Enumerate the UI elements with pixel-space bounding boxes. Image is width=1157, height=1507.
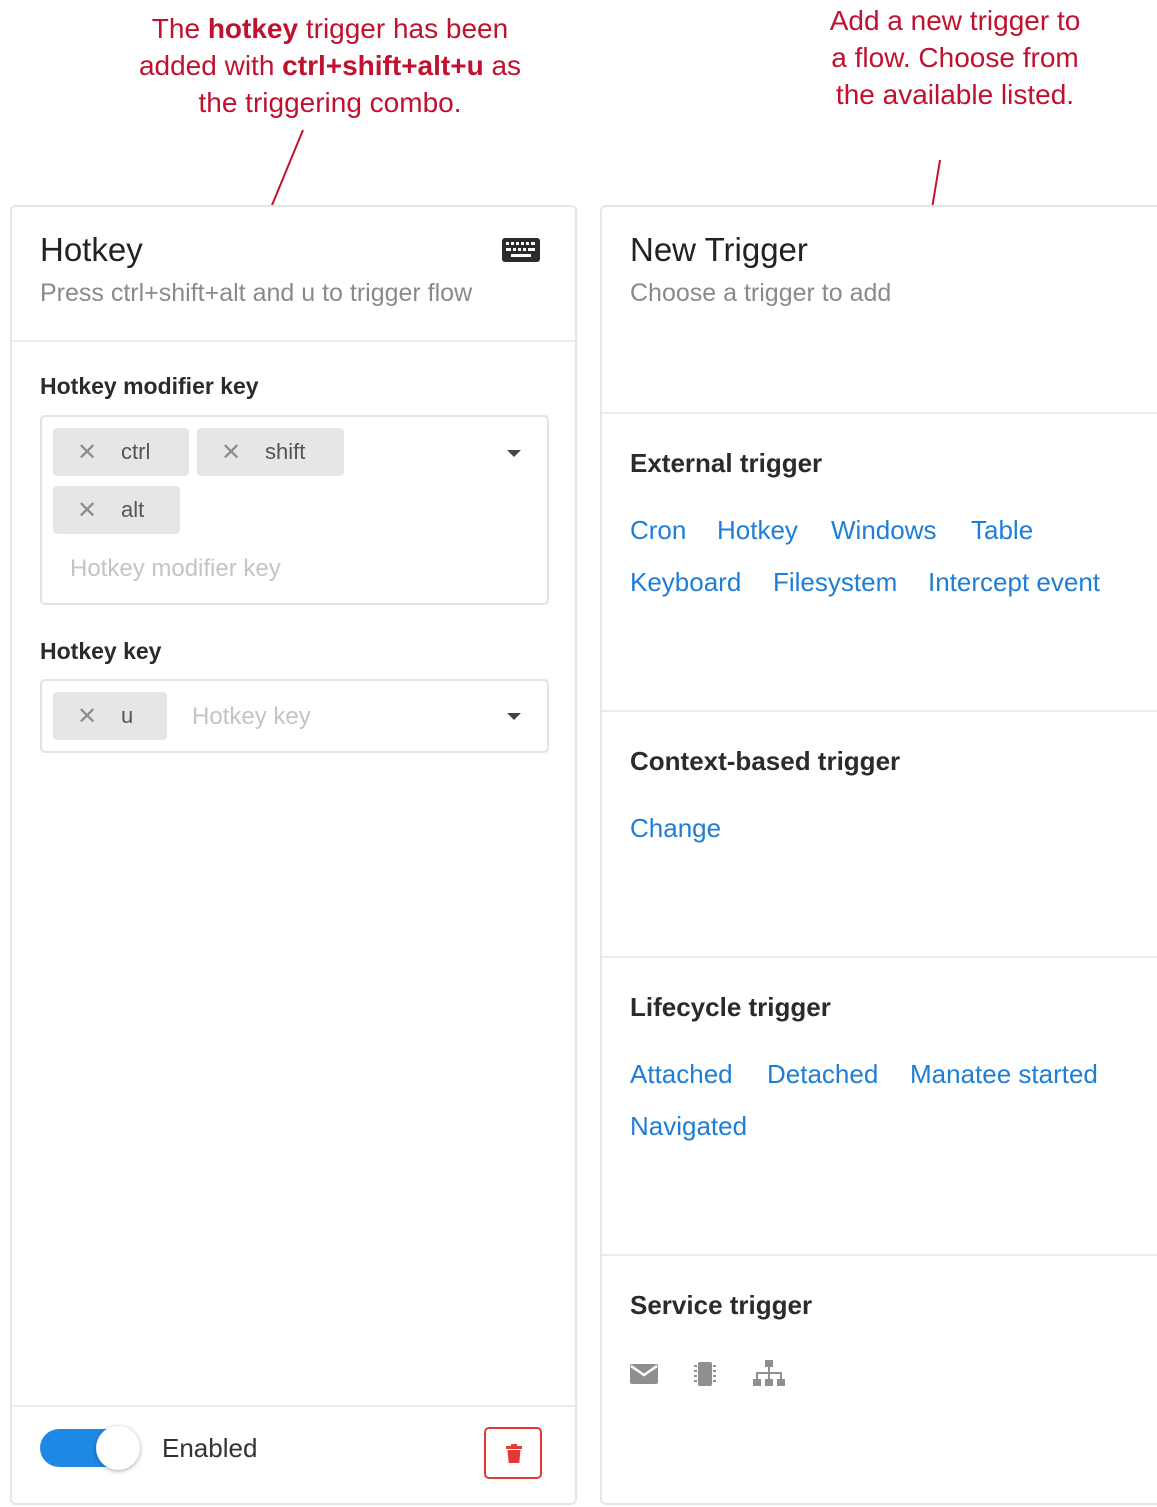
hotkey-trigger-card: Hotkey Press ctrl+shift+alt and u to tri… — [10, 205, 577, 1505]
hotkey-key-select[interactable]: ✕ u Hotkey key — [40, 679, 549, 753]
chevron-down-icon[interactable] — [507, 713, 521, 720]
toggle-knob — [96, 1426, 140, 1470]
context-trigger-section: Context-based trigger Change — [602, 710, 1157, 958]
trigger-link-change[interactable]: Change — [630, 813, 721, 844]
hotkey-card-header: Hotkey Press ctrl+shift+alt and u to tri… — [12, 207, 575, 342]
service-trigger-section: Service trigger — [602, 1254, 1157, 1506]
hotkey-card-footer: Enabled — [12, 1405, 575, 1507]
trigger-link-windows[interactable]: Windows — [831, 515, 936, 546]
hotkey-key-label: Hotkey key — [40, 638, 162, 664]
trigger-link-manatee-started[interactable]: Manatee started — [910, 1059, 1098, 1090]
annotation-new-trigger: Add a new trigger to a flow. Choose from… — [829, 5, 1081, 110]
hotkey-card-title: Hotkey — [40, 231, 143, 268]
annotation-text: The — [151, 13, 208, 44]
section-title: Lifecycle trigger — [630, 992, 831, 1022]
trigger-link-hotkey[interactable]: Hotkey — [717, 515, 798, 546]
modifier-key-placeholder: Hotkey modifier key — [70, 555, 281, 582]
trigger-link-intercept-event[interactable]: Intercept event — [928, 567, 1100, 598]
trigger-link-keyboard[interactable]: Keyboard — [630, 567, 741, 598]
trigger-link-cron[interactable]: Cron — [630, 515, 686, 546]
trash-icon — [506, 1444, 522, 1463]
new-trigger-title: New Trigger — [630, 231, 808, 268]
trigger-link-filesystem[interactable]: Filesystem — [773, 567, 897, 598]
remove-u-icon[interactable]: ✕ — [77, 702, 109, 731]
delete-trigger-button[interactable] — [484, 1427, 542, 1479]
annotation-hotkey-added: The hotkey trigger has been added with c… — [130, 10, 530, 121]
new-trigger-card: New Trigger Choose a trigger to add Exte… — [600, 205, 1157, 1505]
new-trigger-header: New Trigger Choose a trigger to add — [602, 207, 1157, 412]
chip-label: u — [121, 703, 134, 728]
section-title: Context-based trigger — [630, 746, 901, 776]
enabled-toggle[interactable] — [40, 1426, 140, 1470]
new-trigger-subtitle: Choose a trigger to add — [630, 279, 892, 307]
remove-ctrl-icon[interactable]: ✕ — [77, 438, 109, 467]
modifier-chip-shift: ✕ shift — [197, 428, 344, 476]
lifecycle-trigger-section: Lifecycle trigger Attached Detached Mana… — [602, 956, 1157, 1256]
modifier-key-select[interactable]: ✕ ctrl ✕ shift ✕ alt Hotkey modifier key — [40, 415, 549, 605]
section-title: External trigger — [630, 448, 823, 478]
chip-label: shift — [265, 439, 306, 464]
chip-label: ctrl — [121, 439, 151, 464]
trigger-link-table[interactable]: Table — [971, 515, 1033, 546]
modifier-chip-ctrl: ✕ ctrl — [53, 428, 189, 476]
network-icon[interactable] — [752, 1360, 786, 1388]
modifier-key-label: Hotkey modifier key — [40, 373, 259, 399]
annotation-bold-combo: ctrl+shift+alt+u — [282, 50, 484, 81]
annotation-bold-hotkey: hotkey — [207, 13, 299, 44]
chevron-down-icon[interactable] — [507, 450, 521, 457]
section-title: Service trigger — [630, 1290, 813, 1320]
remove-alt-icon[interactable]: ✕ — [77, 496, 109, 525]
chip-icon[interactable] — [691, 1360, 719, 1388]
key-chip-u: ✕ u — [53, 692, 167, 740]
trigger-link-attached[interactable]: Attached — [630, 1059, 733, 1090]
hotkey-card-subtitle: Press ctrl+shift+alt and u to trigger fl… — [40, 279, 473, 307]
hotkey-key-placeholder: Hotkey key — [192, 703, 311, 730]
enabled-label: Enabled — [162, 1433, 258, 1463]
modifier-chip-alt: ✕ alt — [53, 486, 180, 534]
remove-shift-icon[interactable]: ✕ — [221, 438, 253, 467]
external-trigger-section: External trigger Cron Hotkey Windows Tab… — [602, 412, 1157, 712]
envelope-icon[interactable] — [630, 1364, 658, 1384]
trigger-link-detached[interactable]: Detached — [767, 1059, 878, 1090]
keyboard-icon — [502, 238, 540, 262]
trigger-link-navigated[interactable]: Navigated — [630, 1111, 747, 1142]
chip-label: alt — [121, 497, 145, 522]
